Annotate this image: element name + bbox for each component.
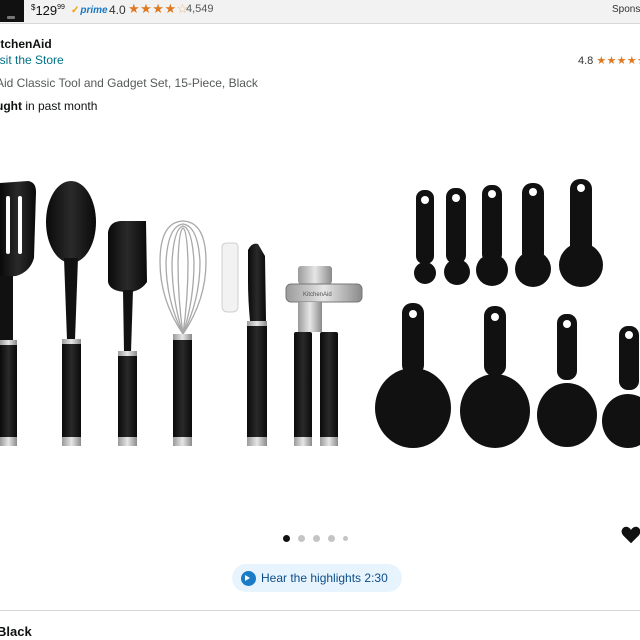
heart-icon[interactable]	[620, 524, 640, 546]
svg-text:KitchenAid: KitchenAid	[303, 292, 332, 298]
sponsored-product-thumbnail[interactable]	[0, 0, 24, 22]
sponsored-star-rating: ★★★★☆	[128, 1, 189, 17]
sponsored-price: $12999	[31, 3, 65, 18]
prime-badge: ✓prime	[71, 5, 108, 16]
product-rating-value: 4.8	[578, 55, 594, 67]
product-image[interactable]: KitchenAid	[0, 160, 640, 460]
measuring-spoons	[414, 179, 603, 287]
price-cents: 99	[57, 4, 65, 11]
sponsored-bar[interactable]: $12999 ✓prime 4.0 ★★★★☆ 4,549 Spons	[0, 0, 640, 24]
play-icon	[241, 570, 256, 586]
price-dollars: 129	[35, 3, 58, 18]
spatula	[108, 221, 147, 446]
measuring-cups	[375, 303, 640, 448]
basting-spoon	[46, 181, 96, 446]
prime-label: prime	[80, 5, 108, 16]
product-rating[interactable]: 4.8 ★★★★★	[578, 54, 640, 67]
hear-highlights-label: Hear the highlights 2:30	[261, 571, 388, 585]
brand-name: itchenAid	[0, 37, 52, 51]
star-icons: ★★★★	[128, 1, 177, 16]
star-icons: ★★★★★	[596, 55, 640, 67]
visit-store-link[interactable]: isit the Store	[0, 53, 64, 67]
hear-highlights-button[interactable]: Hear the highlights 2:30	[232, 564, 402, 592]
can-opener: KitchenAid	[285, 266, 363, 446]
carousel-dot[interactable]	[313, 534, 320, 542]
vegetable-peeler	[221, 242, 267, 446]
sponsored-label[interactable]: Spons	[612, 4, 640, 15]
slotted-turner	[0, 181, 36, 446]
bought-in-past-month: ught in past month	[0, 99, 97, 113]
whisk	[159, 220, 207, 446]
divider	[0, 610, 640, 611]
bought-period: in past month	[22, 99, 98, 113]
carousel-dot[interactable]	[298, 534, 305, 542]
product-title: Aid Classic Tool and Gadget Set, 15-Piec…	[0, 76, 258, 90]
carousel-dot[interactable]	[328, 534, 335, 542]
prime-check-icon: ✓	[71, 5, 80, 16]
image-carousel-indicator[interactable]	[283, 533, 348, 543]
selected-color-value: Black	[0, 624, 32, 639]
sponsored-review-count[interactable]: 4,549	[186, 3, 214, 15]
bought-count: ught	[0, 99, 22, 113]
carousel-dot[interactable]	[343, 535, 348, 541]
sponsored-rating-value: 4.0	[109, 3, 126, 17]
carousel-dot[interactable]	[283, 534, 290, 542]
